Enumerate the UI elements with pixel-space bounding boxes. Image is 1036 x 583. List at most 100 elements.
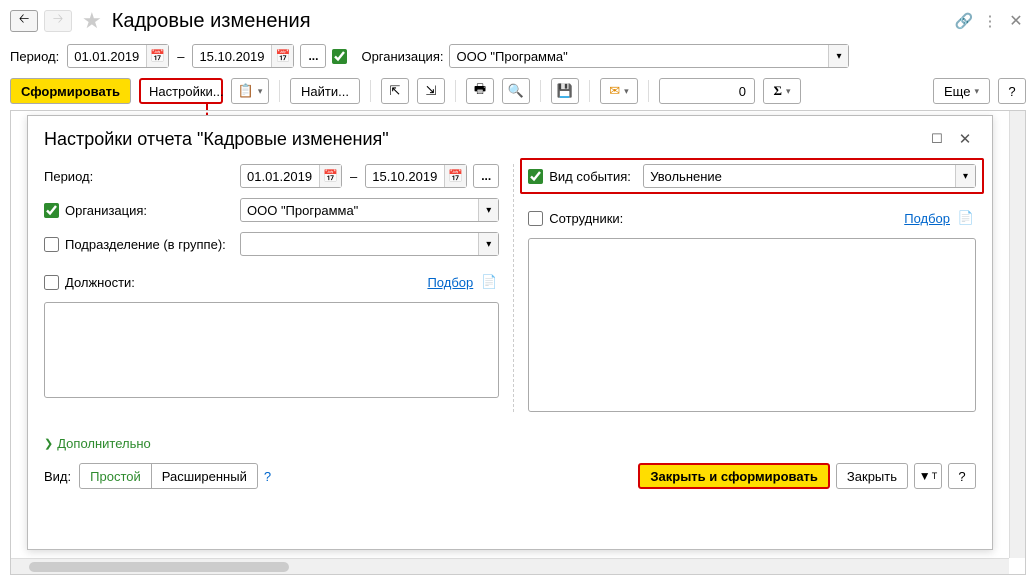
dlg-date-from-field: 📅 bbox=[240, 164, 342, 188]
dlg-org-select: ООО "Программа" ▾ bbox=[240, 198, 499, 222]
dialog-right-column: Вид события: Увольнение ▾ Сотрудники: bbox=[528, 164, 976, 412]
org-dropdown-icon[interactable]: ▾ bbox=[828, 45, 848, 67]
sigma-icon: Σ bbox=[773, 83, 782, 99]
dlg-positions-label: Должности: bbox=[65, 275, 135, 290]
dlg-positions-row: Должности: Подбор 📄 bbox=[44, 272, 499, 292]
horizontal-scrollbar[interactable] bbox=[11, 558, 1009, 574]
save-button[interactable]: 💾 bbox=[551, 78, 579, 104]
settings-button[interactable]: Настройки... bbox=[139, 78, 223, 104]
link-icon[interactable]: 🔗 bbox=[954, 11, 974, 31]
dlg-event-type-dropdown-icon[interactable]: ▾ bbox=[955, 165, 975, 187]
dlg-subdivision-value[interactable] bbox=[241, 242, 478, 246]
dlg-date-to-input[interactable] bbox=[366, 167, 444, 186]
date-from-input[interactable] bbox=[68, 47, 146, 66]
toolbar: Сформировать Настройки... 📋▾ Найти... ⇱ … bbox=[10, 78, 1026, 104]
preview-button[interactable]: 🔍 bbox=[502, 78, 530, 104]
dlg-subdivision-dropdown-icon[interactable]: ▾ bbox=[478, 233, 498, 255]
chevron-down-icon: ▾ bbox=[786, 86, 791, 97]
org-checkbox[interactable] bbox=[332, 49, 347, 64]
collapse-icon: ⇲ bbox=[426, 83, 437, 99]
dialog-left-column: Период: 📅 – 📅 ... bbox=[44, 164, 499, 412]
date-to-field: 📅 bbox=[192, 44, 294, 68]
dlg-employees-checkbox[interactable] bbox=[528, 211, 543, 226]
dlg-positions-textarea[interactable] bbox=[44, 302, 499, 398]
dlg-org-label: Организация: bbox=[65, 203, 147, 218]
view-simple-button[interactable]: Простой bbox=[80, 464, 151, 488]
date-dash: – bbox=[177, 49, 184, 64]
dlg-subdivision-row: Подразделение (в группе): ▾ bbox=[44, 232, 499, 256]
dlg-event-type-label: Вид события: bbox=[549, 169, 637, 184]
org-label: Организация: bbox=[361, 49, 443, 64]
title-bar: 🡠 🡢 ★ Кадровые изменения 🔗 ⋮ ✕ bbox=[10, 8, 1026, 34]
date-from-field: 📅 bbox=[67, 44, 169, 68]
mail-dropdown-button[interactable]: ✉▾ bbox=[600, 78, 638, 104]
date-to-calendar-icon[interactable]: 📅 bbox=[271, 45, 293, 67]
dlg-org-value[interactable]: ООО "Программа" bbox=[241, 201, 478, 220]
find-button[interactable]: Найти... bbox=[290, 78, 360, 104]
dlg-event-type-select: Увольнение ▾ bbox=[643, 164, 976, 188]
dialog-close-icon[interactable]: ✕ bbox=[954, 128, 976, 150]
period-ellipsis-button[interactable]: ... bbox=[300, 44, 326, 68]
org-select-value[interactable]: ООО "Программа" bbox=[450, 47, 828, 66]
dlg-event-type-checkbox[interactable] bbox=[528, 169, 543, 184]
dlg-org-checkbox[interactable] bbox=[44, 203, 59, 218]
dlg-date-to-calendar-icon[interactable]: 📅 bbox=[444, 165, 466, 187]
dlg-subdivision-label: Подразделение (в группе): bbox=[65, 237, 226, 252]
close-and-form-button[interactable]: Закрыть и сформировать bbox=[638, 463, 830, 489]
form-button[interactable]: Сформировать bbox=[10, 78, 131, 104]
parameters-row: Период: 📅 – 📅 ... Организация: ООО "Прог… bbox=[10, 44, 1026, 68]
print-button[interactable]: 🖶 bbox=[466, 78, 494, 104]
dlg-date-from-calendar-icon[interactable]: 📅 bbox=[319, 165, 341, 187]
chevron-down-icon: ▾ bbox=[258, 86, 263, 97]
dlg-employees-copy-icon[interactable]: 📄 bbox=[956, 208, 976, 228]
dialog-help-button[interactable]: ? bbox=[948, 463, 976, 489]
save-icon: 💾 bbox=[557, 83, 573, 99]
collapse-groups-button[interactable]: ⇲ bbox=[417, 78, 445, 104]
date-to-input[interactable] bbox=[193, 47, 271, 66]
dlg-subdivision-checkbox[interactable] bbox=[44, 237, 59, 252]
paste-icon: 📋 bbox=[238, 83, 254, 99]
more-button[interactable]: Еще▾ bbox=[933, 78, 990, 104]
dlg-org-dropdown-icon[interactable]: ▾ bbox=[478, 199, 498, 221]
funnel-icon: ▼ bbox=[919, 469, 931, 483]
preview-icon: 🔍 bbox=[508, 83, 524, 99]
dlg-date-to-field: 📅 bbox=[365, 164, 467, 188]
dlg-positions-copy-icon[interactable]: 📄 bbox=[479, 272, 499, 292]
date-from-calendar-icon[interactable]: 📅 bbox=[146, 45, 168, 67]
filter-button[interactable]: ▼T bbox=[914, 463, 942, 489]
nav-back-button[interactable]: 🡠 bbox=[10, 10, 38, 32]
paste-dropdown-button[interactable]: 📋▾ bbox=[231, 78, 269, 104]
view-mode-segment: Простой Расширенный bbox=[79, 463, 258, 489]
dlg-positions-checkbox[interactable] bbox=[44, 275, 59, 290]
org-select: ООО "Программа" ▾ bbox=[449, 44, 849, 68]
page-title: Кадровые изменения bbox=[112, 10, 311, 33]
nav-forward-button[interactable]: 🡢 bbox=[44, 10, 72, 32]
sum-dropdown-button[interactable]: Σ▾ bbox=[763, 78, 801, 104]
number-field[interactable] bbox=[659, 78, 755, 104]
dlg-employees-label: Сотрудники: bbox=[549, 211, 623, 226]
dlg-period-label: Период: bbox=[44, 169, 93, 184]
close-window-icon[interactable]: ✕ bbox=[1006, 11, 1026, 31]
view-advanced-button[interactable]: Расширенный bbox=[151, 464, 257, 488]
dlg-subdivision-select: ▾ bbox=[240, 232, 499, 256]
dlg-positions-select-link[interactable]: Подбор bbox=[427, 275, 473, 290]
dlg-employees-select-link[interactable]: Подбор bbox=[904, 211, 950, 226]
mail-icon: ✉ bbox=[609, 83, 620, 99]
print-icon: 🖶 bbox=[474, 80, 486, 102]
favorite-star-icon[interactable]: ★ bbox=[82, 8, 102, 34]
close-button[interactable]: Закрыть bbox=[836, 463, 908, 489]
vertical-scrollbar[interactable] bbox=[1009, 111, 1025, 558]
chevron-down-icon: ▾ bbox=[974, 86, 979, 97]
more-menu-icon[interactable]: ⋮ bbox=[980, 11, 1000, 31]
dlg-period-ellipsis-button[interactable]: ... bbox=[473, 164, 499, 188]
view-help-link[interactable]: ? bbox=[264, 469, 271, 484]
more-toggle[interactable]: ❯Дополнительно bbox=[44, 436, 976, 451]
dialog-footer: Вид: Простой Расширенный ? Закрыть и сфо… bbox=[44, 463, 976, 489]
dlg-employees-textarea[interactable] bbox=[528, 238, 976, 412]
dlg-event-type-value[interactable]: Увольнение bbox=[644, 167, 955, 186]
help-button[interactable]: ? bbox=[998, 78, 1026, 104]
maximize-icon[interactable]: ☐ bbox=[926, 128, 948, 150]
dlg-org-row: Организация: ООО "Программа" ▾ bbox=[44, 198, 499, 222]
expand-groups-button[interactable]: ⇱ bbox=[381, 78, 409, 104]
dlg-date-from-input[interactable] bbox=[241, 167, 319, 186]
